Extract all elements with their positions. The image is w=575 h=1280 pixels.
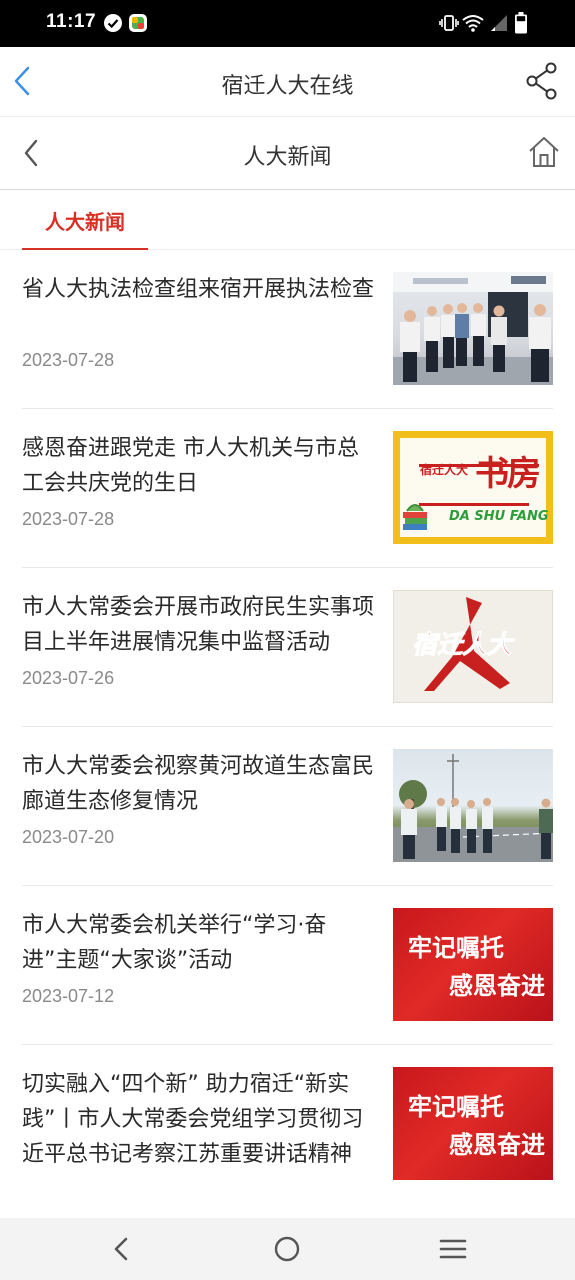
news-title[interactable]: 市人大常委会视察黄河故道生态富民廊道生态修复情况 — [22, 749, 377, 819]
news-item[interactable]: 切实融入“四个新” 助力宿迁“新实践”丨市人大常委会党组学习贯彻习近平总书记考察… — [22, 1045, 553, 1225]
share-icon[interactable] — [525, 61, 559, 101]
news-thumbnail[interactable] — [393, 749, 553, 862]
news-thumbnail[interactable] — [393, 272, 553, 385]
system-nav-bar — [0, 1218, 575, 1280]
news-date: 2023-07-28 — [22, 509, 115, 529]
news-item[interactable]: 省人大执法检查组来宿开展执法检查 2023-07-28 — [22, 250, 553, 409]
wifi-icon — [462, 14, 484, 36]
thumb-logo-text: 宿迁人大 — [411, 630, 513, 660]
news-title[interactable]: 感恩奋进跟党走 市人大机关与市总工会共庆党的生日 — [22, 431, 377, 501]
section-title: 人大新闻 — [243, 145, 332, 170]
news-thumbnail[interactable]: 宿迁人大 — [393, 590, 553, 703]
thumb-banner-line2: 感恩奋进 — [449, 972, 545, 1000]
news-list: 省人大执法检查组来宿开展执法检查 2023-07-28 感恩奋进跟党走 市人大机… — [0, 250, 575, 1225]
news-item[interactable]: 市人大常委会视察黄河故道生态富民廊道生态修复情况 2023-07-20 — [22, 727, 553, 886]
check-circle-icon — [103, 13, 123, 37]
news-date: 2023-07-28 — [22, 350, 115, 370]
status-time: 11:17 — [46, 11, 97, 32]
news-thumbnail[interactable]: 宿迁人大 书房 DA SHU FANG — [393, 431, 553, 544]
news-title[interactable]: 市人大常委会开展市政府民生实事项目上半年进展情况集中监督活动 — [22, 590, 377, 660]
tab-bar: 人大新闻 — [0, 190, 575, 250]
news-thumbnail[interactable]: 牢记嘱托 感恩奋进 — [393, 908, 553, 1021]
tab-renda-news[interactable]: 人大新闻 — [22, 190, 148, 250]
thumb-main-text: 书房 — [475, 454, 541, 494]
news-item[interactable]: 市人大常委会开展市政府民生实事项目上半年进展情况集中监督活动 2023-07-2… — [22, 568, 553, 727]
news-item[interactable]: 市人大常委会机关举行“学习·奋进”主题“大家谈”活动 2023-07-12 牢记… — [22, 886, 553, 1045]
news-title[interactable]: 切实融入“四个新” 助力宿迁“新实践”丨市人大常委会党组学习贯彻习近平总书记考察… — [22, 1067, 377, 1172]
app-header: 宿迁人大在线 — [0, 47, 575, 117]
news-date: 2023-07-12 — [22, 986, 115, 1006]
news-thumbnail[interactable]: 牢记嘱托 感恩奋进 — [393, 1067, 553, 1180]
signal-icon — [489, 14, 509, 36]
news-item[interactable]: 感恩奋进跟党走 市人大机关与市总工会共庆党的生日 2023-07-28 宿迁人大… — [22, 409, 553, 568]
app-notification-icon — [128, 13, 148, 37]
news-date: 2023-07-20 — [22, 827, 115, 847]
thumb-banner-line2: 感恩奋进 — [449, 1131, 545, 1159]
sub-header: 人大新闻 — [0, 117, 575, 190]
battery-icon — [514, 12, 528, 38]
thumb-banner-line1: 牢记嘱托 — [408, 1093, 504, 1121]
tab-label: 人大新闻 — [45, 210, 125, 234]
home-circle-icon[interactable] — [270, 1232, 304, 1266]
news-title[interactable]: 省人大执法检查组来宿开展执法检查 — [22, 272, 377, 307]
news-date: 2023-07-26 — [22, 668, 115, 688]
menu-lines-icon[interactable] — [436, 1232, 470, 1266]
news-title[interactable]: 市人大常委会机关举行“学习·奋进”主题“大家谈”活动 — [22, 908, 377, 978]
vibrate-icon — [439, 14, 459, 36]
app-title: 宿迁人大在线 — [221, 74, 354, 99]
thumb-pinyin-text: DA SHU FANG — [449, 509, 549, 524]
home-icon[interactable] — [527, 135, 561, 169]
thumb-badge-text: 宿迁人大 — [420, 463, 469, 477]
back-triangle-icon[interactable] — [104, 1232, 138, 1266]
status-bar: 11:17 — [0, 0, 575, 47]
thumb-banner-line1: 牢记嘱托 — [408, 934, 504, 962]
